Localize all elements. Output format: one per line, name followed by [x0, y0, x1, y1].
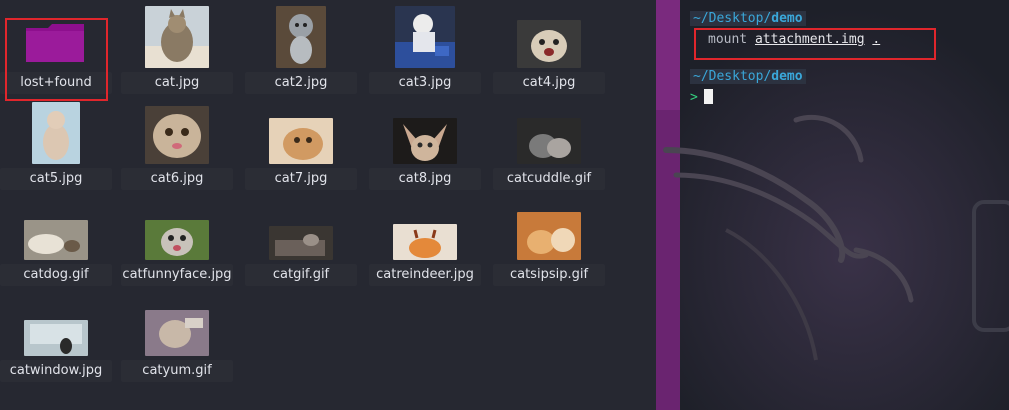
- file-item-cat8-jpg[interactable]: cat8.jpg: [369, 102, 481, 192]
- file-item-cat-jpg[interactable]: cat.jpg: [121, 6, 233, 96]
- file-name: cat8.jpg: [369, 168, 481, 190]
- command-line: mount attachment.img .: [708, 32, 880, 48]
- thumbnail-image: [517, 212, 581, 260]
- folder-icon: [26, 24, 84, 62]
- file-name: cat5.jpg: [0, 168, 112, 190]
- file-name: cat2.jpg: [245, 72, 357, 94]
- file-name: catreindeer.jpg: [369, 264, 481, 286]
- file-name: catgif.gif: [245, 264, 357, 286]
- prompt-line-1: ~/Desktop/demo: [690, 11, 806, 27]
- file-item-catfunnyface-jpg[interactable]: catfunnyface.jpg: [121, 198, 233, 288]
- thumbnail-image: [145, 6, 209, 68]
- thumbnail-image: [269, 118, 333, 164]
- thumbnail-image: [517, 118, 581, 164]
- file-name: catfunnyface.jpg: [121, 264, 233, 286]
- prompt-path-text: ~/Desktop/: [693, 11, 772, 26]
- file-manager: lost+found cat.jpg cat2.jpg cat3.jpg cat…: [0, 0, 656, 410]
- file-item-catgif-gif[interactable]: catgif.gif: [245, 198, 357, 288]
- thumbnail-image: [24, 320, 88, 356]
- file-item-lost-found[interactable]: lost+found: [0, 6, 112, 96]
- file-item-catsipsip-gif[interactable]: catsipsip.gif: [493, 198, 605, 288]
- kali-dragon-wallpaper: [656, 0, 1009, 410]
- file-item-catyum-gif[interactable]: catyum.gif: [121, 294, 233, 384]
- thumbnail-image: [32, 102, 80, 164]
- file-item-cat6-jpg[interactable]: cat6.jpg: [121, 102, 233, 192]
- command-arg-dest: .: [872, 32, 881, 47]
- file-name: catdog.gif: [0, 264, 112, 286]
- file-item-catreindeer-jpg[interactable]: catreindeer.jpg: [369, 198, 481, 288]
- thumbnail-image: [393, 118, 457, 164]
- file-item-cat2-jpg[interactable]: cat2.jpg: [245, 6, 357, 96]
- file-item-catcuddle-gif[interactable]: catcuddle.gif: [493, 102, 605, 192]
- file-name: cat7.jpg: [245, 168, 357, 190]
- text-cursor: [703, 89, 713, 104]
- thumbnail-image: [395, 6, 455, 68]
- prompt-dir: demo: [771, 69, 803, 84]
- file-name: cat.jpg: [121, 72, 233, 94]
- file-name: catsipsip.gif: [493, 264, 605, 286]
- prompt-path: ~/Desktop/demo: [690, 69, 806, 84]
- file-item-catdog-gif[interactable]: catdog.gif: [0, 198, 112, 288]
- thumbnail-image: [269, 226, 333, 260]
- file-item-cat3-jpg[interactable]: cat3.jpg: [369, 6, 481, 96]
- file-name: catcuddle.gif: [493, 168, 605, 190]
- file-name: catyum.gif: [121, 360, 233, 382]
- thumbnail-image: [145, 220, 209, 260]
- file-name: lost+found: [0, 72, 112, 94]
- file-item-cat4-jpg[interactable]: cat4.jpg: [493, 6, 605, 96]
- prompt-line-2: ~/Desktop/demo: [690, 69, 806, 85]
- file-name: cat6.jpg: [121, 168, 233, 190]
- file-item-cat5-jpg[interactable]: cat5.jpg: [0, 102, 112, 192]
- file-name: cat3.jpg: [369, 72, 481, 94]
- prompt-path: ~/Desktop/demo: [690, 11, 806, 26]
- thumbnail-image: [24, 220, 88, 260]
- thumbnail-image: [145, 106, 209, 164]
- command-name: mount: [708, 32, 748, 47]
- input-line[interactable]: >: [690, 89, 713, 106]
- prompt-dir: demo: [771, 11, 803, 26]
- thumbnail-image: [393, 224, 457, 260]
- thumbnail-image: [517, 20, 581, 68]
- file-item-catwindow-jpg[interactable]: catwindow.jpg: [0, 294, 112, 384]
- terminal-window[interactable]: ~/Desktop/demo mount attachment.img . ~/…: [656, 0, 1009, 410]
- command-arg-file: attachment.img: [754, 32, 865, 47]
- file-name: catwindow.jpg: [0, 360, 112, 382]
- file-name: cat4.jpg: [493, 72, 605, 94]
- prompt-arrow: >: [690, 90, 698, 105]
- thumbnail-image: [145, 310, 209, 356]
- thumbnail-image: [276, 6, 326, 68]
- prompt-path-text: ~/Desktop/: [693, 69, 772, 84]
- file-item-cat7-jpg[interactable]: cat7.jpg: [245, 102, 357, 192]
